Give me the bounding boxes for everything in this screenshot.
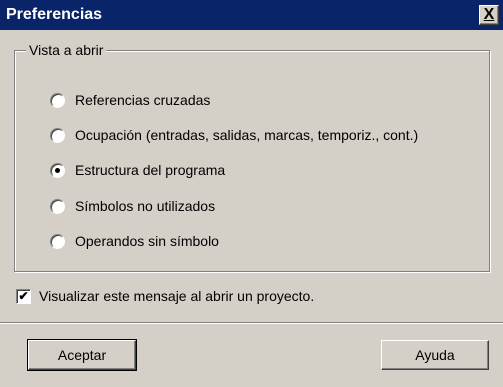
radio-button[interactable] [50,233,65,249]
radio-label: Referencias cruzadas [75,92,211,108]
radio-option-operandos[interactable]: Operandos sin símbolo [50,231,219,251]
group-legend: Vista a abrir [26,41,107,59]
close-button[interactable]: X [479,5,499,25]
preferences-dialog: Preferencias X Vista a abrir Referencias… [0,0,503,387]
radio-option-ocupacion[interactable]: Ocupación (entradas, salidas, marcas, te… [50,125,418,145]
show-message-label: Visualizar este mensaje al abrir un proy… [39,288,315,304]
checkmark-icon: ✔ [18,289,29,303]
radio-option-referencias[interactable]: Referencias cruzadas [50,90,210,110]
radio-button[interactable] [50,127,65,143]
ok-button[interactable]: Aceptar [27,339,137,371]
radio-option-estructura[interactable]: Estructura del programa [50,160,225,180]
window-title: Preferencias [6,6,103,23]
separator [0,322,503,324]
radio-label: Símbolos no utilizados [75,198,216,214]
close-icon: X [483,6,495,23]
radio-button[interactable] [50,92,65,108]
radio-label: Estructura del programa [75,162,226,178]
help-button[interactable]: Ayuda [381,340,489,370]
title-bar[interactable]: Preferencias X [0,0,503,30]
radio-label: Ocupación (entradas, salidas, marcas, te… [75,127,419,143]
show-message-checkbox[interactable]: ✔ [16,288,31,304]
radio-button-selected[interactable] [50,162,65,178]
radio-button[interactable] [50,198,65,214]
show-message-option[interactable]: ✔ Visualizar este mensaje al abrir un pr… [16,286,314,306]
radio-option-simbolos[interactable]: Símbolos no utilizados [50,196,215,216]
radio-label: Operandos sin símbolo [75,233,219,249]
